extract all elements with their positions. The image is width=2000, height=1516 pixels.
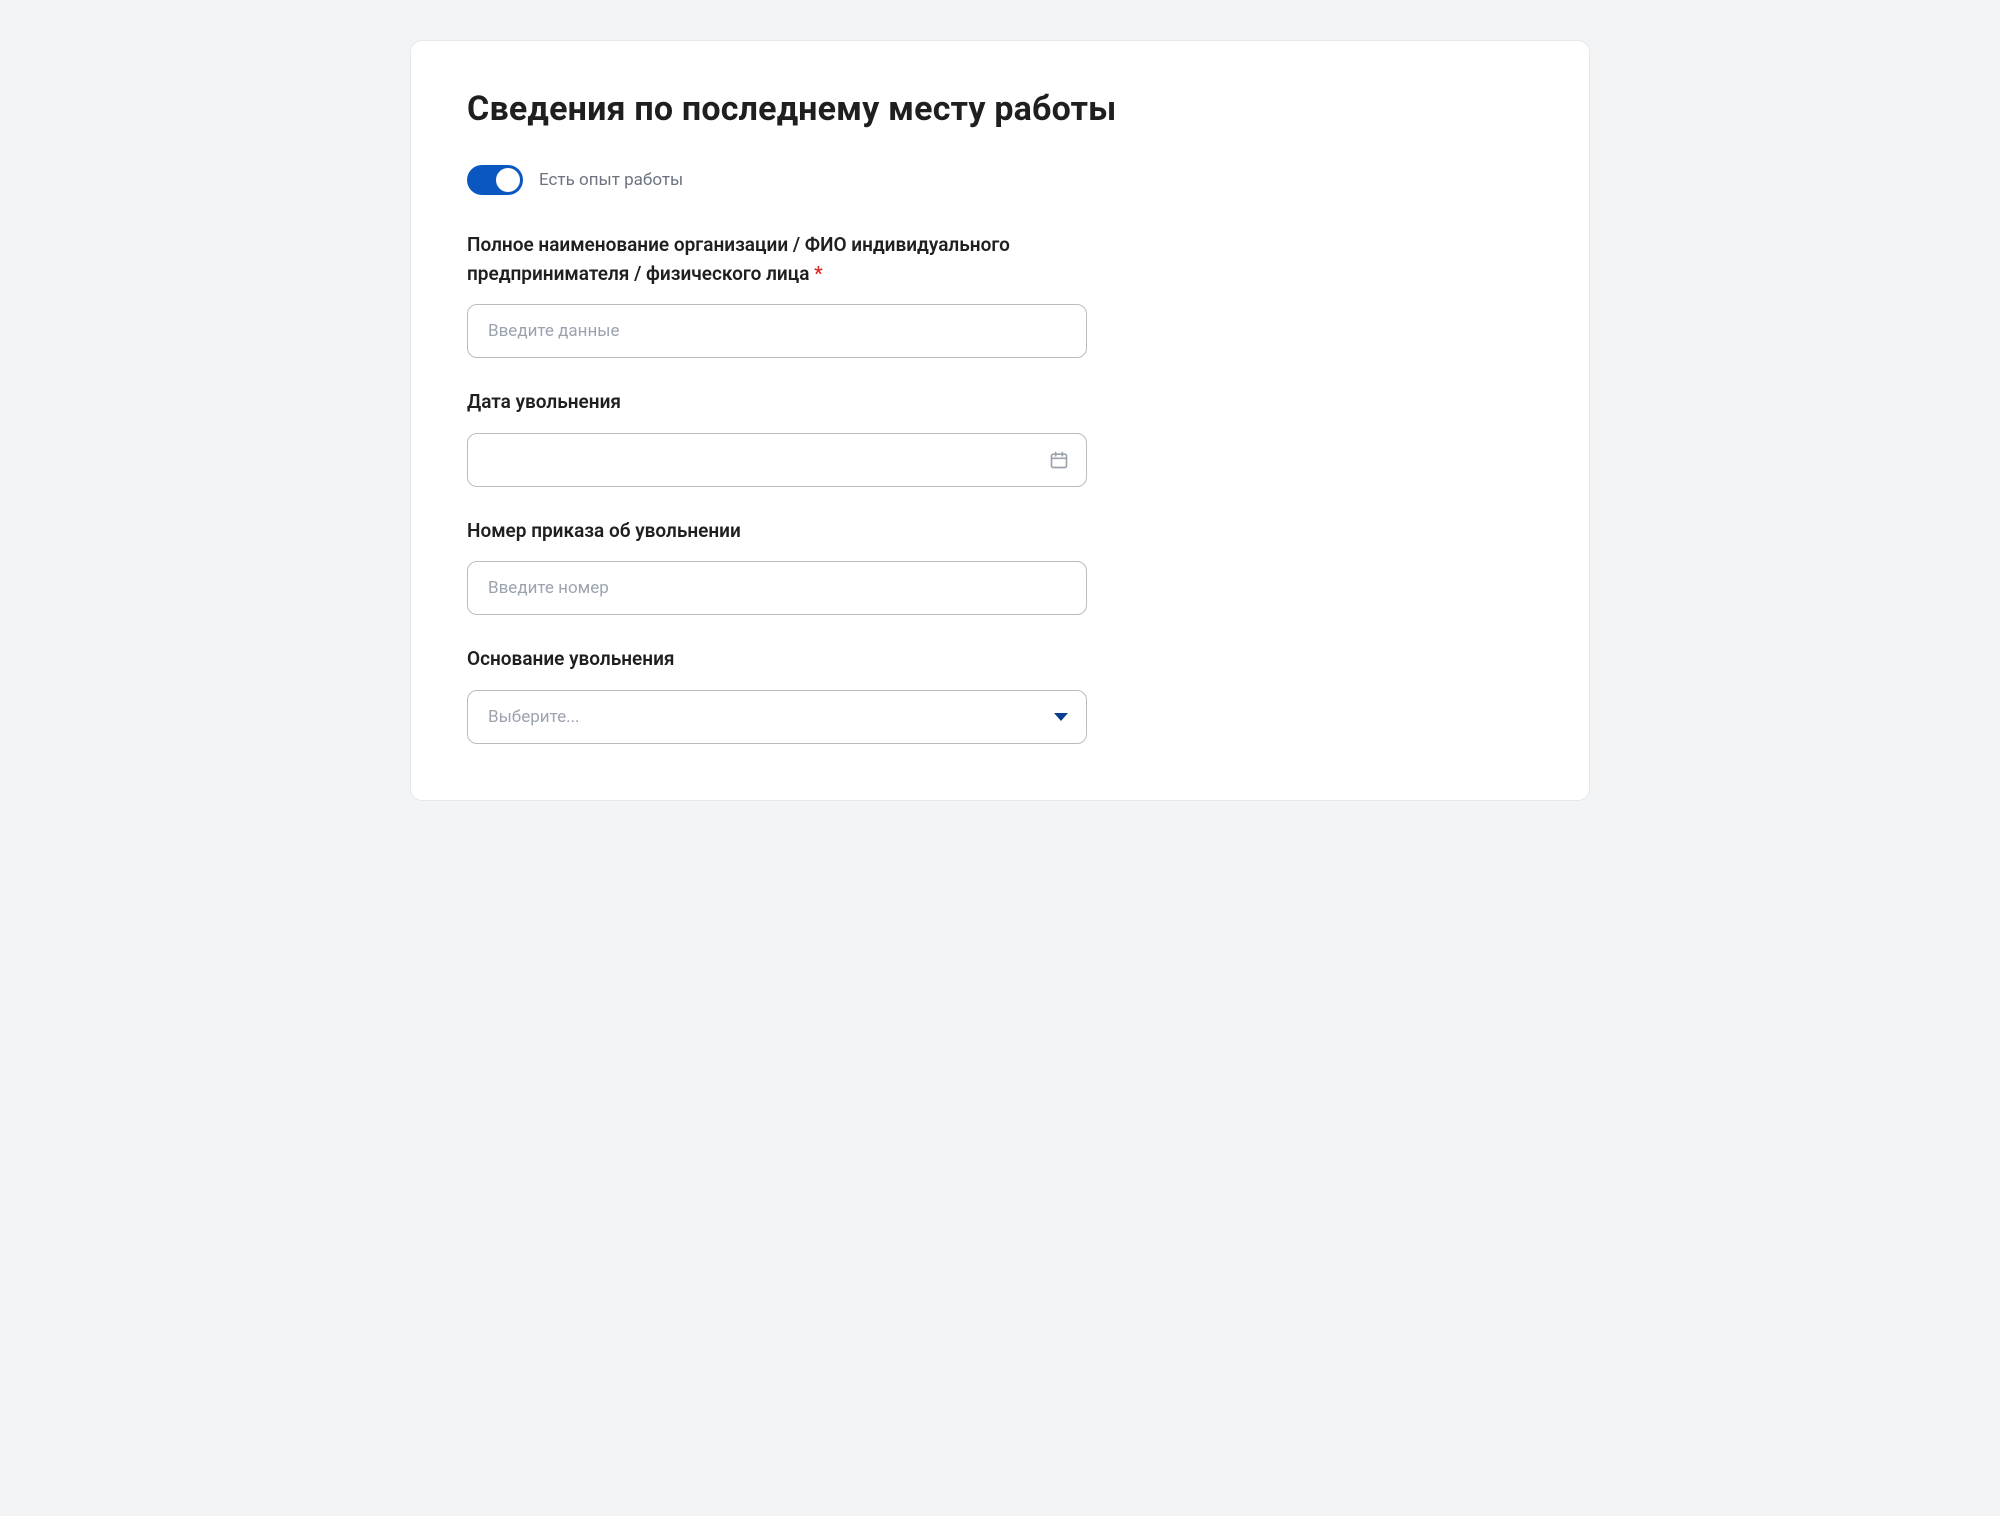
chevron-down-icon — [1054, 713, 1068, 721]
order-number-input-wrapper — [467, 561, 1087, 615]
form-card: Сведения по последнему месту работы Есть… — [410, 40, 1590, 801]
dismissal-reason-group: Основание увольнения Выберите... — [467, 645, 1087, 744]
dismissal-date-label: Дата увольнения — [467, 388, 1087, 417]
dismissal-date-input[interactable] — [467, 433, 1087, 487]
order-number-input[interactable] — [467, 561, 1087, 615]
order-number-label: Номер приказа об увольнении — [467, 517, 1087, 546]
dismissal-reason-placeholder: Выберите... — [488, 707, 580, 727]
experience-toggle-label: Есть опыт работы — [539, 170, 683, 190]
form-title: Сведения по последнему месту работы — [467, 89, 1533, 129]
required-mark: * — [814, 262, 823, 285]
toggle-knob — [496, 168, 520, 192]
org-name-label-text: Полное наименование организации / ФИО ин… — [467, 233, 1010, 285]
dismissal-reason-label: Основание увольнения — [467, 645, 1087, 674]
order-number-group: Номер приказа об увольнении — [467, 517, 1087, 616]
experience-toggle-row: Есть опыт работы — [467, 165, 1533, 195]
org-name-input[interactable] — [467, 304, 1087, 358]
org-name-group: Полное наименование организации / ФИО ин… — [467, 231, 1087, 358]
dismissal-date-group: Дата увольнения — [467, 388, 1087, 487]
dismissal-reason-select[interactable]: Выберите... — [467, 690, 1087, 744]
org-name-label: Полное наименование организации / ФИО ин… — [467, 231, 1087, 288]
experience-toggle[interactable] — [467, 165, 523, 195]
org-name-input-wrapper — [467, 304, 1087, 358]
dismissal-date-input-wrapper — [467, 433, 1087, 487]
